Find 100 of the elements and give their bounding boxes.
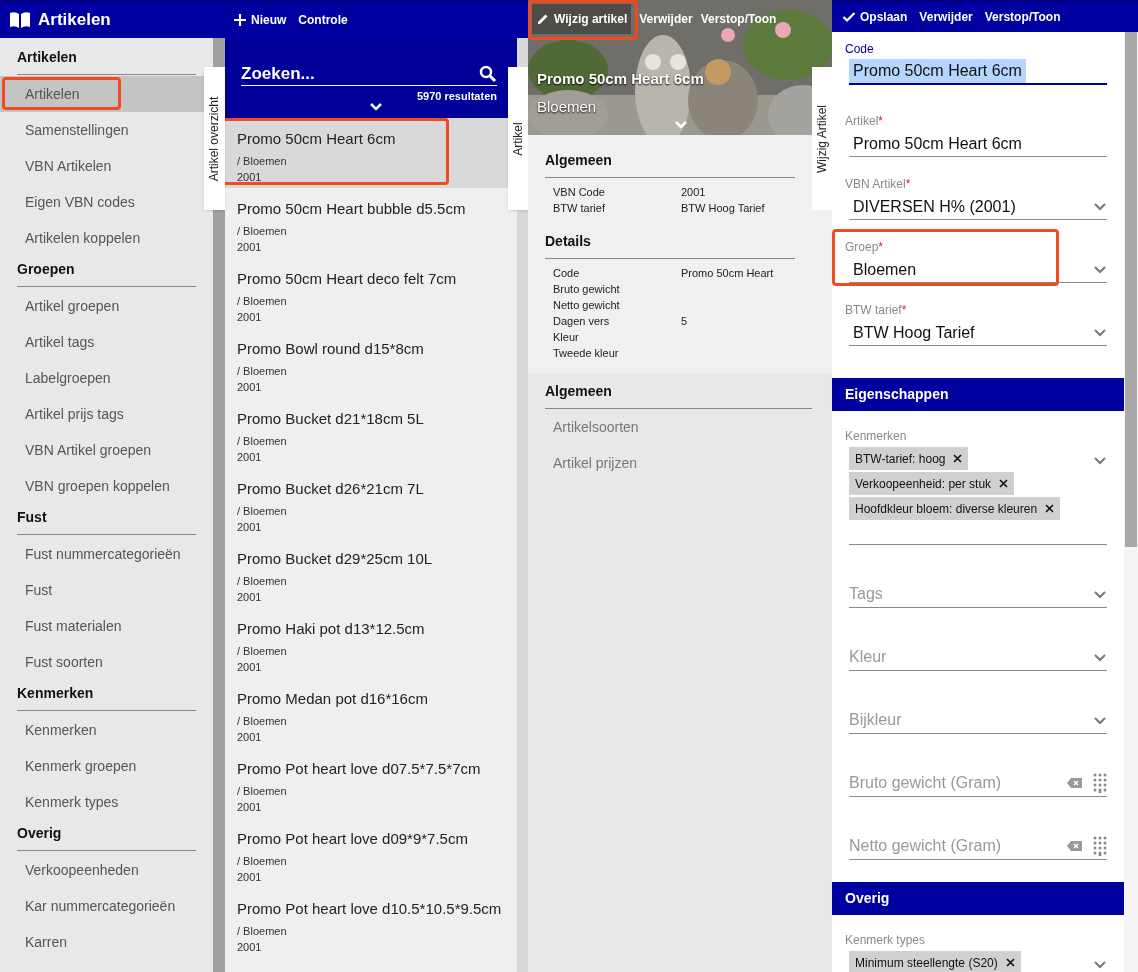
article-group: / Bloemen	[237, 922, 508, 939]
keypad-icon[interactable]	[1093, 773, 1107, 793]
sidebar-item[interactable]: Verkoopeenheden	[0, 852, 204, 888]
remove-icon[interactable]	[1005, 958, 1015, 967]
nav-link[interactable]: Artikelsoorten	[553, 416, 639, 438]
article-item[interactable]: Promo Pot heart love d10.5*10.5*9.5cm / Bloemen 2001	[225, 888, 508, 958]
toolbar-button[interactable]: Verstop/Toon	[984, 2, 1061, 32]
section-title: Fust	[17, 504, 196, 535]
field-label: Kenmerken	[845, 428, 908, 445]
toolbar-button[interactable]: Verwijder	[639, 4, 693, 34]
chips-field[interactable]: BTW-tarief: hoog Verkoopeenheid: per stuk Hoofdkleur bloem: diverse kleuren	[849, 447, 1107, 545]
toolbar-button[interactable]: Wijzig artikel	[532, 4, 632, 34]
sidebar-item[interactable]: VBN Artikelen	[0, 148, 204, 184]
sidebar-item[interactable]: Artikelen koppelen	[0, 220, 204, 256]
sidebar-item[interactable]: Artikel prijs tags	[0, 396, 204, 432]
backspace-icon[interactable]	[1066, 777, 1083, 789]
section-title: Artikelen	[17, 44, 196, 75]
toolbar-button[interactable]: Controle	[298, 5, 348, 35]
select-field[interactable]: Bloemen	[849, 257, 1107, 283]
article-name: Promo Bucket d29*25cm 10L	[237, 549, 434, 569]
search-input[interactable]: Zoeken...	[241, 60, 479, 87]
field-label: BTW tarief	[845, 302, 902, 319]
article-group: / Bloemen	[237, 712, 508, 729]
article-code: 2001	[237, 520, 263, 535]
sidebar-item[interactable]: Fust soorten	[0, 644, 204, 680]
sidebar-item[interactable]: Labelgroepen	[0, 360, 204, 396]
article-item[interactable]: Promo 50cm Heart 6cm / Bloemen 2001	[225, 118, 508, 188]
detail-value: Promo 50cm Heart	[681, 266, 775, 281]
sidebar-item[interactable]: Artikel groepen	[0, 288, 204, 324]
article-code: 2001	[237, 800, 263, 815]
sidebar-item[interactable]: Kar nummercategorieën	[0, 888, 204, 924]
book-icon	[8, 10, 32, 30]
field-label: Code	[845, 41, 874, 58]
required-mark: *	[905, 176, 911, 193]
vertical-tab[interactable]: Artikel	[508, 67, 528, 210]
sidebar-item[interactable]: Samenstellingen	[0, 112, 204, 148]
article-item[interactable]: Promo Medan pot d16*16cm / Bloemen 2001	[225, 678, 508, 748]
sidebar-item[interactable]: Fust nummercategorieën	[0, 536, 204, 572]
select-field[interactable]: DIVERSEN H% (2001)	[849, 194, 1107, 220]
remove-icon[interactable]	[953, 454, 963, 463]
sidebar-item[interactable]: Kenmerk types	[0, 784, 204, 820]
select-field[interactable]: BTW Hoog Tarief	[849, 320, 1107, 346]
sidebar-item[interactable]: VBN Artikel groepen	[0, 432, 204, 468]
keypad-icon[interactable]	[1093, 836, 1107, 856]
sidebar-item[interactable]: Kenmerken	[0, 712, 204, 748]
search-icon[interactable]	[479, 64, 497, 83]
search-field[interactable]: Zoeken...	[241, 62, 497, 86]
chip[interactable]: Verkoopeenheid: per stuk	[849, 472, 1015, 495]
sidebar-item[interactable]: Eigen VBN codes	[0, 184, 204, 220]
article-item[interactable]: Promo Pot heart love d09*9*7.5cm / Bloemen 2001	[225, 818, 508, 888]
article-item[interactable]: Promo 50cm Heart deco felt 7cm / Bloemen 2001	[225, 258, 508, 328]
toolbar-button[interactable]: Opslaan	[842, 2, 908, 32]
sidebar-item[interactable]: Fust materialen	[0, 608, 204, 644]
remove-icon[interactable]	[1045, 504, 1055, 513]
article-item[interactable]: Promo Bowl round d15*8cm / Bloemen 2001	[225, 328, 508, 398]
sidebar-item[interactable]: Artikelen	[0, 76, 204, 112]
section-header: Eigenschappen	[832, 378, 1124, 411]
detail-value: BTW Hoog Tarief	[681, 201, 766, 216]
chips-field[interactable]: Minimum steellengte (S20)	[849, 951, 1107, 972]
toolbar-button[interactable]: Verwijder	[919, 2, 973, 32]
article-item[interactable]: Promo 50cm Heart bubble d5.5cm / Bloemen 2001	[225, 188, 508, 258]
toolbar-button[interactable]: Verstop/Toon	[700, 4, 777, 34]
article-group: / Bloemen	[237, 152, 508, 169]
section-title: Groepen	[17, 256, 196, 287]
field-label: Artikel	[845, 113, 879, 130]
article-code: 2001	[237, 660, 263, 675]
article-code: 2001	[237, 730, 263, 745]
pencil-icon	[536, 12, 550, 26]
detail-value: 2001	[681, 185, 707, 200]
scrollbar-thumb[interactable]	[1125, 32, 1137, 547]
vertical-tab[interactable]: Wijzig Artikel	[812, 67, 832, 210]
article-item[interactable]: Promo Haki pot d13*12.5cm / Bloemen 2001	[225, 608, 508, 678]
article-item[interactable]: Promo Bucket d26*21cm 7L / Bloemen 2001	[225, 468, 508, 538]
article-group: / Bloemen	[237, 852, 508, 869]
article-group: / Bloemen	[237, 362, 508, 379]
chip[interactable]: Minimum steellengte (S20)	[849, 951, 1021, 972]
detail-value: 5	[681, 314, 689, 329]
sidebar-item[interactable]: Artikel tags	[0, 324, 204, 360]
detail-label: Netto gewicht	[553, 298, 621, 313]
sidebar-item[interactable]: Karren	[0, 924, 204, 960]
toolbar-button[interactable]: Nieuw	[233, 5, 287, 35]
sidebar-item[interactable]: Kenmerk groepen	[0, 748, 204, 784]
sidebar-item[interactable]: Fust	[0, 572, 204, 608]
article-item[interactable]: Promo Pot heart love d07.5*7.5*7cm / Bloemen 2001	[225, 748, 508, 818]
article-item[interactable]: Promo Bucket d21*18cm 5L / Bloemen 2001	[225, 398, 508, 468]
vertical-tab[interactable]: Artikel overzicht	[204, 67, 225, 210]
sidebar-item[interactable]: VBN groepen koppelen	[0, 468, 204, 504]
input-field[interactable]: Promo 50cm Heart 6cm	[849, 131, 1107, 157]
article-item[interactable]: Promo Bucket d29*25cm 10L / Bloemen 2001	[225, 538, 508, 608]
nav-link[interactable]: Artikel prijzen	[553, 452, 638, 474]
remove-icon[interactable]	[999, 479, 1009, 488]
chip[interactable]: Hoofdkleur bloem: diverse kleuren	[849, 497, 1061, 520]
backspace-icon[interactable]	[1066, 840, 1083, 852]
article-name: Promo Bucket d26*21cm 7L	[237, 479, 425, 499]
app-title: Artikelen	[38, 9, 111, 32]
required-mark: *	[878, 113, 883, 130]
check-icon	[842, 10, 856, 24]
article-group: / Bloemen	[237, 222, 508, 239]
article-group: Bloemen	[537, 96, 597, 119]
chip[interactable]: BTW-tarief: hoog	[849, 447, 969, 470]
